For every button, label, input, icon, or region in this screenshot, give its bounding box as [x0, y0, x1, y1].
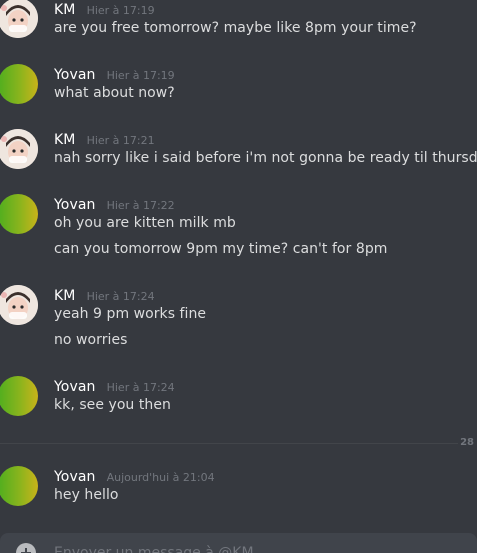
message-text: hey hello: [54, 487, 119, 503]
timestamp[interactable]: Hier à 17:19: [87, 4, 155, 17]
username[interactable]: KM: [54, 132, 75, 148]
username[interactable]: KM: [54, 2, 75, 18]
message-text: can you tomorrow 9pm my time? can't for …: [54, 241, 388, 257]
avatar[interactable]: [0, 64, 38, 104]
timestamp[interactable]: Hier à 17:19: [107, 69, 175, 82]
username[interactable]: Yovan: [54, 67, 96, 83]
avatar-photo-icon: [0, 129, 38, 169]
message-text: kk, see you then: [54, 397, 171, 413]
username[interactable]: Yovan: [54, 197, 96, 213]
message-text: nah sorry like i said before i'm not gon…: [54, 150, 477, 166]
avatar[interactable]: [0, 466, 38, 506]
message-text: oh you are kitten milk mb: [54, 215, 236, 231]
message-header: Yovan Hier à 17:24: [54, 376, 175, 396]
timestamp[interactable]: Hier à 17:22: [107, 199, 175, 212]
avatar[interactable]: [0, 285, 38, 325]
date-divider-label: 28: [460, 437, 474, 448]
avatar[interactable]: [0, 194, 38, 234]
chat-view: KM Hier à 17:19 are you free tomorrow? m…: [0, 0, 477, 553]
avatar[interactable]: [0, 129, 38, 169]
message-text: no worries: [54, 332, 128, 348]
timestamp[interactable]: Hier à 17:24: [107, 381, 175, 394]
message-text: what about now?: [54, 85, 175, 101]
message-header: Yovan Aujourd'hui à 21:04: [54, 466, 215, 486]
message-composer: [0, 533, 477, 553]
timestamp[interactable]: Hier à 17:24: [87, 290, 155, 303]
message-header: Yovan Hier à 17:22: [54, 194, 175, 214]
message-header: KM Hier à 17:24: [54, 285, 155, 305]
username[interactable]: KM: [54, 288, 75, 304]
message-header: Yovan Hier à 17:19: [54, 64, 175, 84]
message-text: are you free tomorrow? maybe like 8pm yo…: [54, 20, 417, 36]
avatar-photo-icon: [0, 0, 38, 38]
message-input[interactable]: [54, 543, 454, 553]
message-text: yeah 9 pm works fine: [54, 306, 207, 322]
avatar[interactable]: [0, 0, 38, 38]
date-divider: [0, 443, 458, 444]
timestamp[interactable]: Aujourd'hui à 21:04: [107, 471, 215, 484]
message-header: KM Hier à 17:21: [54, 129, 155, 149]
avatar-photo-icon: [0, 285, 38, 325]
avatar[interactable]: [0, 376, 38, 416]
timestamp[interactable]: Hier à 17:21: [87, 134, 155, 147]
message-header: KM Hier à 17:19: [54, 0, 155, 19]
plus-circle-icon[interactable]: [16, 543, 36, 553]
username[interactable]: Yovan: [54, 469, 96, 485]
username[interactable]: Yovan: [54, 379, 96, 395]
